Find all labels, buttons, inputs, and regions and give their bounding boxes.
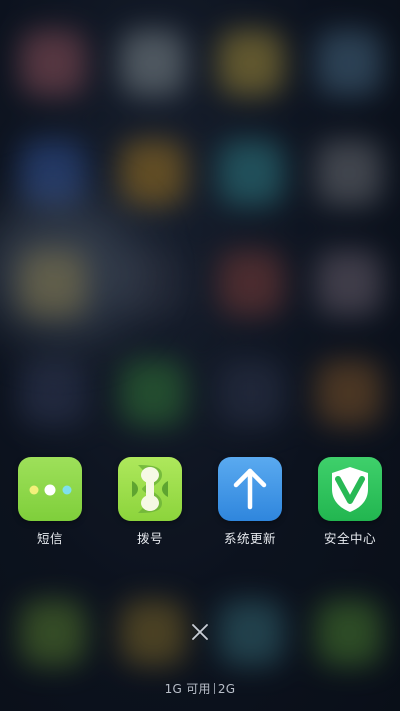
recent-app-label: 拨号	[136, 531, 163, 546]
recent-app-label: 安全中心	[323, 531, 376, 546]
memory-available: 1G 可用	[164, 682, 211, 696]
sms-icon	[18, 457, 82, 521]
memory-total: 2G	[217, 682, 236, 696]
background-dim	[0, 0, 400, 711]
recent-app-label: 短信	[36, 531, 63, 546]
dialer-icon	[118, 457, 182, 521]
memory-status: 1G 可用 2G	[0, 680, 400, 697]
close-icon	[192, 624, 208, 640]
system-update-icon	[218, 457, 282, 521]
memory-divider	[213, 683, 215, 694]
recent-apps-screen: 短信 拨号 系统更新 安全中心 1G 可用 2G	[0, 0, 400, 711]
recent-app-label: 系统更新	[223, 531, 276, 546]
recent-app-system-update[interactable]: 系统更新	[205, 457, 295, 547]
clear-all-button[interactable]	[188, 620, 212, 644]
recent-app-dialer[interactable]: 拨号	[105, 457, 195, 547]
security-center-icon	[318, 457, 382, 521]
recent-app-security-center[interactable]: 安全中心	[305, 457, 395, 547]
recent-app-sms[interactable]: 短信	[5, 457, 95, 547]
